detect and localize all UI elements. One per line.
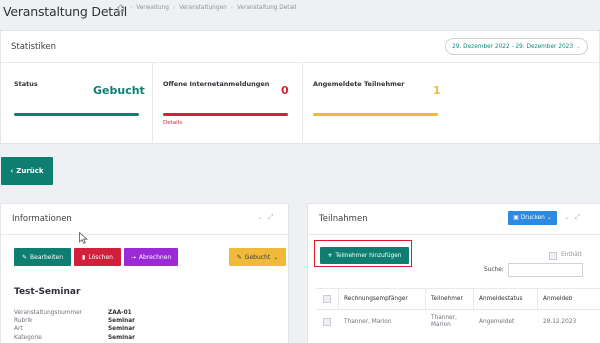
- date-range-text: 29. Dezember 2022 - 29. Dezember 2023: [452, 43, 574, 50]
- breadcrumb-separator: ›: [230, 5, 233, 11]
- edit-button[interactable]: ✎ Bearbeiten: [14, 248, 71, 266]
- table-header-checkbox-cell: [316, 288, 339, 309]
- search-input[interactable]: [508, 263, 583, 277]
- divider: [308, 234, 600, 235]
- mouse-cursor-icon: [79, 232, 88, 244]
- edit-icon: ✎: [236, 253, 242, 261]
- plus-icon: +: [327, 252, 333, 259]
- breadcrumb-item-current: Veranstaltung Detail: [236, 5, 297, 11]
- field-key: Rubrik: [14, 318, 33, 324]
- stat-status-value: Gebucht: [93, 84, 145, 97]
- stat-participants-value: 1: [433, 84, 441, 97]
- divider: [152, 63, 153, 145]
- table-header-registration-date[interactable]: Anmeldeb: [538, 288, 600, 309]
- printer-icon: ▣: [513, 215, 519, 221]
- status-dropdown-button[interactable]: ✎ Gebucht ⌄: [229, 248, 286, 266]
- expand-icon[interactable]: ⤢: [575, 213, 581, 222]
- chevron-down-icon: ⌄: [546, 215, 552, 221]
- table-cell-registration-date: 28.12.2023: [543, 318, 577, 325]
- breadcrumb: › Verwaltung › Veranstaltungen › Veranst…: [130, 5, 296, 11]
- table-cell-participant: Thanner, Marion: [426, 310, 474, 334]
- edit-icon: ✎: [22, 253, 28, 261]
- back-button[interactable]: ‹ Zurück: [1, 157, 53, 185]
- statistics-card: Statistiken 29. Dezember 2022 - 29. Deze…: [0, 30, 600, 145]
- information-card: Informationen ⌄ ⤢ ✎ Bearbeiten ▮ Löschen…: [0, 203, 290, 343]
- field-row: Kategorie Seminar: [14, 335, 274, 343]
- breadcrumb-item-verwaltung[interactable]: Verwaltung: [136, 5, 169, 11]
- table-cell-recipient: Thanner, Marion: [344, 318, 392, 325]
- field-value: Seminar: [108, 335, 136, 341]
- bill-button[interactable]: → Abrechnen: [124, 248, 178, 266]
- table-header-status[interactable]: Anmeldestatus: [474, 288, 538, 309]
- table-header-recipient[interactable]: Rechnungsempfänger: [339, 288, 426, 309]
- home-icon[interactable]: [116, 3, 126, 13]
- field-row: Art Seminar: [14, 326, 274, 334]
- participations-title: Teilnahmen: [319, 214, 368, 224]
- event-name: Test-Seminar: [14, 287, 81, 297]
- chevron-down-icon: ⌄: [576, 43, 581, 50]
- field-key: Veranstaltungsnummer: [14, 310, 83, 316]
- divider: [302, 63, 303, 145]
- stat-open-registrations-value: 0: [281, 84, 289, 97]
- add-participant-button[interactable]: + Teilnehmer hinzufügen: [320, 247, 409, 264]
- field-value: ZAA-01: [108, 310, 132, 316]
- chevron-left-icon: ‹: [10, 167, 14, 175]
- trash-icon: ▮: [82, 253, 86, 261]
- table-row-checkbox-cell: [316, 310, 339, 334]
- statistics-title: Statistiken: [11, 42, 56, 52]
- delete-button[interactable]: ▮ Löschen: [74, 248, 121, 266]
- collapse-chevron-icon[interactable]: ⌄: [257, 213, 263, 222]
- search-label: Suche:: [484, 267, 504, 273]
- table-cell-status: Angemeldet: [479, 318, 515, 325]
- card-tools: ⌄ ⤢: [564, 213, 580, 222]
- card-tools: ⌄ ⤢: [257, 213, 273, 222]
- page-header: Veranstaltung Detail › Verwaltung › Vera…: [0, 0, 600, 22]
- stat-open-registrations-label: Offene Internetanmeldungen: [163, 80, 270, 88]
- row-checkbox[interactable]: [323, 318, 331, 326]
- edit-button-label: Bearbeiten: [30, 253, 63, 261]
- table-header-participant[interactable]: Teilnehmer: [426, 288, 474, 309]
- expand-icon[interactable]: ⤢: [268, 213, 274, 222]
- back-button-label: Zurück: [16, 167, 44, 175]
- contains-label: Enthält: [561, 252, 582, 258]
- divider: [1, 234, 290, 235]
- chevron-down-icon: ⌄: [273, 253, 279, 261]
- information-title: Informationen: [12, 214, 72, 224]
- participations-card: Teilnahmen ▣ Drucken ⌄ ⌄ ⤢ + Teilnehmer …: [307, 203, 600, 343]
- stat-open-registrations-progress: [163, 113, 288, 116]
- stat-participants-progress: [313, 113, 438, 116]
- bill-button-label: Abrechnen: [138, 253, 172, 261]
- status-dropdown-label: Gebucht: [244, 253, 271, 261]
- collapse-chevron-icon[interactable]: ⌄: [564, 213, 570, 222]
- page-title: Veranstaltung Detail: [3, 4, 128, 19]
- print-button-label: Drucken: [520, 215, 545, 221]
- breadcrumb-separator: ›: [130, 5, 133, 11]
- delete-button-label: Löschen: [88, 253, 113, 261]
- stat-status-progress: [14, 113, 139, 116]
- field-value: Seminar: [108, 318, 136, 324]
- field-value: Seminar: [108, 326, 136, 332]
- field-key: Kategorie: [14, 335, 42, 341]
- date-range-picker[interactable]: 29. Dezember 2022 - 29. Dezember 2023 ⌄: [445, 38, 588, 55]
- divider: [1, 62, 600, 63]
- print-button[interactable]: ▣ Drucken ⌄: [508, 211, 557, 225]
- participant-line: Marion: [431, 322, 451, 328]
- stat-status-label: Status: [14, 80, 38, 88]
- participant-line: Thanner,: [431, 315, 457, 321]
- breadcrumb-item-veranstaltungen[interactable]: Veranstaltungen: [179, 5, 227, 11]
- details-link[interactable]: Details: [163, 120, 182, 126]
- select-all-checkbox[interactable]: [323, 294, 331, 303]
- add-participant-label: Teilnehmer hinzufügen: [335, 252, 402, 259]
- field-row: Veranstaltungsnummer ZAA-01: [14, 310, 274, 318]
- arrow-right-icon: →: [130, 253, 136, 261]
- breadcrumb-separator: ›: [172, 5, 176, 11]
- field-key: Art: [14, 326, 23, 332]
- field-row: Rubrik Seminar: [14, 318, 274, 326]
- stat-participants-label: Angemeldete Teilnehmer: [313, 80, 405, 88]
- contains-checkbox[interactable]: [549, 252, 557, 260]
